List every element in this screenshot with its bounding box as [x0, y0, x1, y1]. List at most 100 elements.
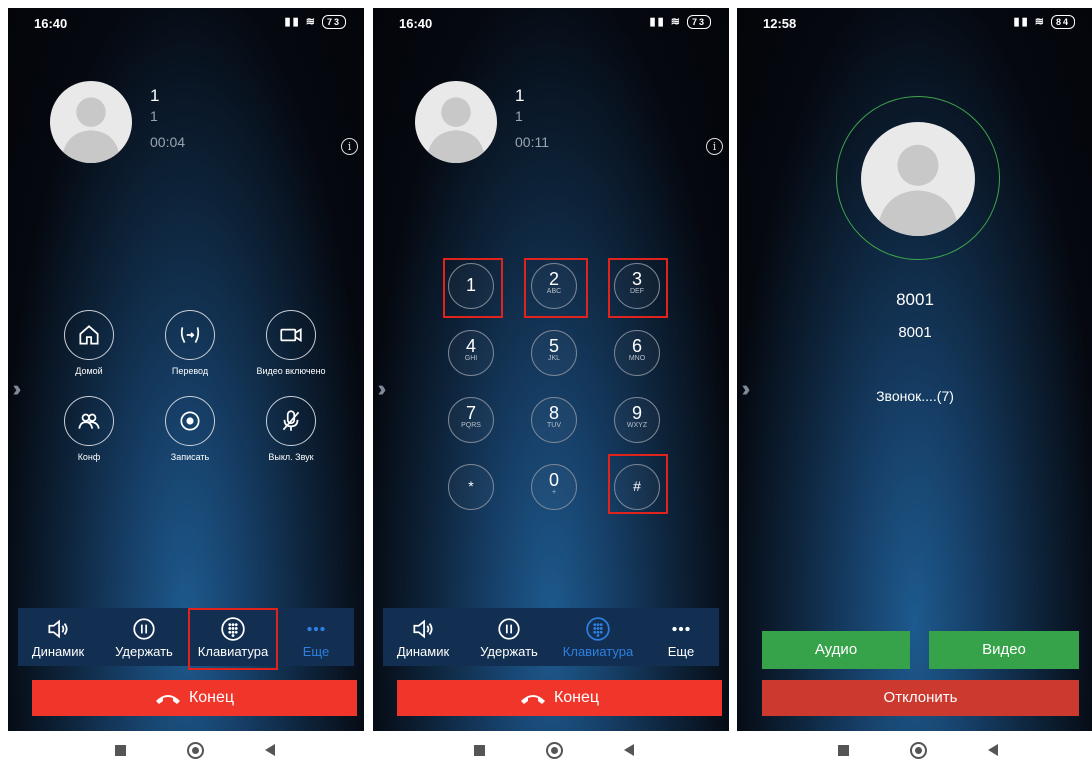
home-icon: [64, 310, 114, 360]
battery-icon: 73: [321, 15, 346, 29]
decline-button[interactable]: Отклонить: [762, 680, 1079, 716]
speaker-label: Динамик: [396, 644, 450, 659]
key-5[interactable]: 5 JKL: [531, 330, 577, 376]
key-letters: TUV: [547, 422, 561, 429]
caller-number: 1: [515, 108, 523, 124]
hold-button[interactable]: Удержать: [469, 608, 549, 659]
conference-label: Конф: [77, 452, 101, 462]
call-screen-actions: 16:40 ▮▮ ≋ 73 1 1 00:04 i ››› Домой Пере…: [8, 8, 364, 731]
home-label: Домой: [75, 366, 103, 376]
info-icon[interactable]: i: [706, 138, 723, 155]
speaker-icon: [413, 619, 433, 639]
recents-icon[interactable]: [838, 744, 849, 756]
call-duration: 00:04: [150, 134, 186, 150]
mute-icon: [266, 396, 316, 446]
key-hash-highlight-box: [608, 454, 668, 514]
call-bottom-bar: Динамик Удержать Клавиатура Еще: [383, 608, 719, 666]
key-letters: GHI: [464, 355, 478, 362]
avatar: [415, 81, 497, 163]
key-digit: 5: [548, 336, 559, 356]
status-time: 12:58: [763, 16, 797, 31]
caller-name: 8001: [896, 290, 934, 309]
caller-info: 1 1 00:11: [515, 86, 549, 150]
key-digit: *: [468, 478, 474, 494]
conference-icon: [64, 396, 114, 446]
record-icon: [165, 396, 215, 446]
conference-button[interactable]: Конф: [39, 396, 139, 462]
key-7[interactable]: 7 PQRS: [448, 397, 494, 443]
end-call-button[interactable]: Конец: [32, 680, 357, 716]
key-4[interactable]: 4 GHI: [448, 330, 494, 376]
status-time: 16:40: [34, 16, 68, 31]
key-letters: JKL: [547, 355, 561, 362]
hold-button[interactable]: Удержать: [104, 608, 184, 659]
home-button[interactable]: Домой: [39, 310, 139, 376]
speaker-button[interactable]: Динамик: [18, 608, 98, 659]
mute-button[interactable]: Выкл. Звук: [241, 396, 341, 462]
caller-number: 8001: [898, 324, 932, 341]
key-digit: 6: [631, 336, 642, 356]
key-digit: 8: [548, 403, 559, 423]
mute-label: Выкл. Звук: [268, 452, 314, 462]
key-digit: 9: [631, 403, 642, 423]
incoming-call-screen: 12:58 ▮▮ ≋ 84 8001 8001 Звонок....(7) ››…: [737, 8, 1092, 731]
home-nav-icon[interactable]: [546, 741, 563, 759]
key-letters: +: [551, 489, 557, 496]
video-icon: [266, 310, 316, 360]
more-label: Еще: [302, 644, 330, 659]
call-status: Звонок....(7): [876, 388, 954, 404]
home-nav-icon[interactable]: [187, 741, 204, 759]
pause-icon: [133, 618, 155, 640]
keypad-highlight-box: [188, 608, 278, 670]
avatar: [861, 122, 975, 236]
key-1-highlight-box: [443, 258, 503, 318]
key-6[interactable]: 6 MNO: [614, 330, 660, 376]
hangup-icon: [155, 694, 180, 704]
back-icon[interactable]: [988, 744, 998, 756]
call-screen-keypad: 16:40 ▮▮ ≋ 73 1 1 00:11 i ››› 1 2ABC 3DE…: [373, 8, 729, 731]
key-2-highlight-box: [524, 258, 588, 318]
keypad-icon: [586, 617, 610, 641]
signal-wifi-icon: ▮▮ ≋ 73: [285, 15, 346, 29]
key-8[interactable]: 8 TUV: [531, 397, 577, 443]
status-time: 16:40: [399, 16, 433, 31]
call-bottom-bar: Динамик Удержать Клавиатура Еще: [18, 608, 354, 666]
record-label: Записать: [170, 452, 210, 462]
transfer-button[interactable]: Перевод: [140, 310, 240, 376]
record-button[interactable]: Записать: [140, 396, 240, 462]
accept-video-button[interactable]: Видео: [929, 631, 1079, 669]
signal-wifi-icon: ▮▮ ≋ 84: [1014, 15, 1075, 29]
info-icon[interactable]: i: [341, 138, 358, 155]
key-0[interactable]: 0 +: [531, 464, 577, 510]
key-digit: 7: [465, 403, 476, 423]
back-icon[interactable]: [265, 744, 275, 756]
caller-name: 1: [515, 86, 525, 105]
key-letters: WXYZ: [626, 422, 648, 429]
more-button[interactable]: Еще: [641, 608, 721, 659]
end-call-button[interactable]: Конец: [397, 680, 722, 716]
hold-label: Удержать: [480, 644, 538, 659]
keypad-button[interactable]: Клавиатура: [555, 608, 641, 659]
more-button[interactable]: Еще: [276, 608, 356, 659]
more-dots-icon: [307, 626, 325, 632]
home-nav-icon[interactable]: [910, 741, 927, 759]
key-letters: PQRS: [461, 422, 481, 429]
caller-number: 1: [150, 108, 158, 124]
more-label: Еще: [667, 644, 695, 659]
hold-label: Удержать: [115, 644, 173, 659]
accept-audio-button[interactable]: Аудио: [762, 631, 910, 669]
key-9[interactable]: 9 WXYZ: [614, 397, 660, 443]
keypad-label: Клавиатура: [562, 644, 634, 659]
recents-icon[interactable]: [115, 744, 126, 756]
caller-name: 1: [150, 86, 160, 105]
battery-icon: 73: [686, 15, 711, 29]
recents-icon[interactable]: [474, 744, 485, 756]
transfer-icon: [165, 310, 215, 360]
status-bar: 16:40 ▮▮ ≋ 73: [373, 8, 729, 38]
video-button[interactable]: Видео включено: [241, 310, 341, 376]
android-nav-bar: [474, 737, 634, 763]
speaker-button[interactable]: Динамик: [383, 608, 463, 659]
speaker-label: Динамик: [31, 644, 85, 659]
key-star[interactable]: *: [448, 464, 494, 510]
back-icon[interactable]: [624, 744, 634, 756]
